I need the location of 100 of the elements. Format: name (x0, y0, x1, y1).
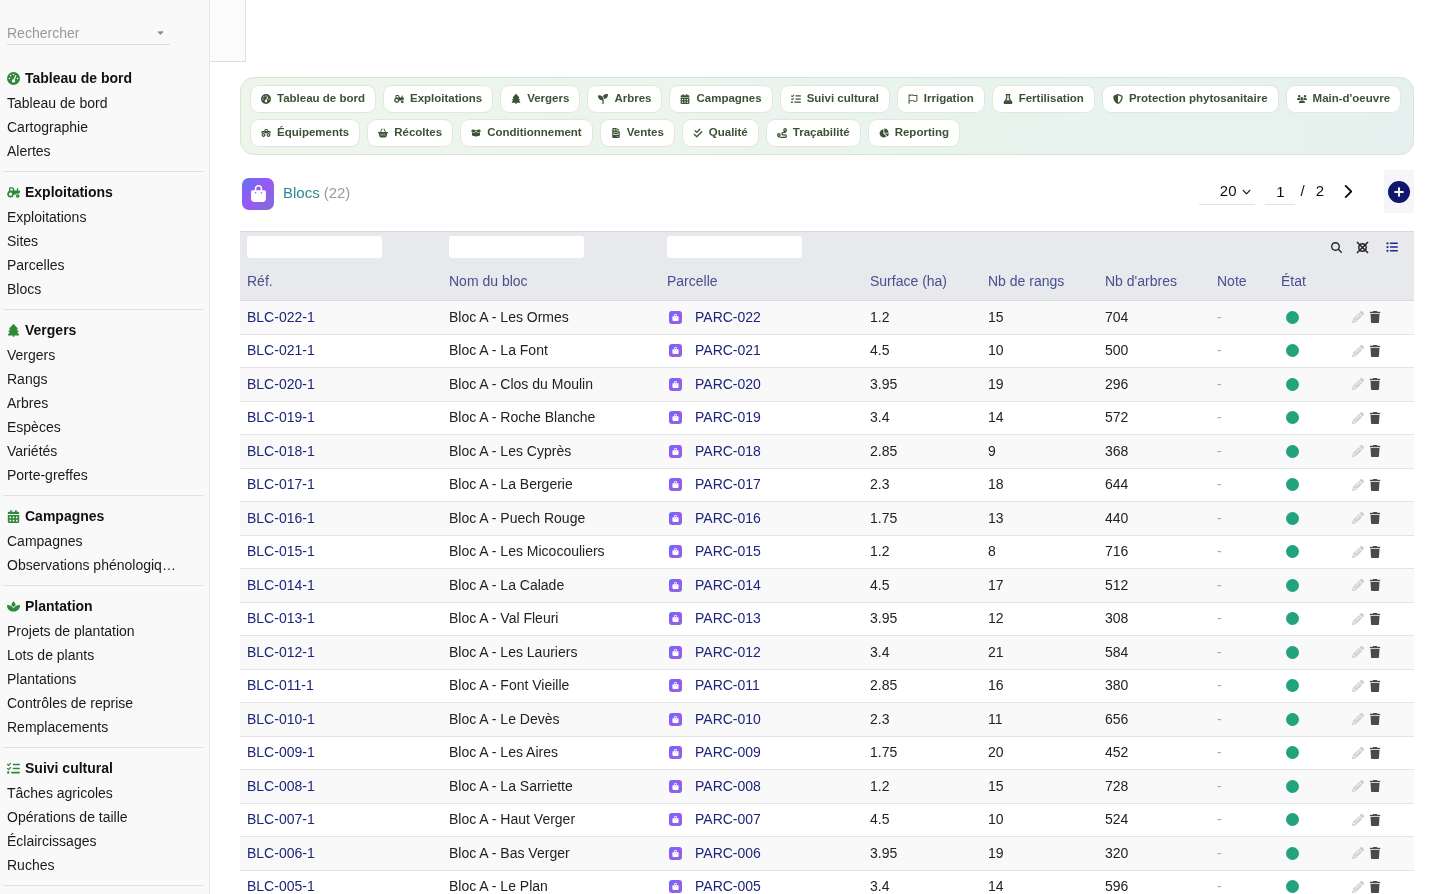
ref-link[interactable]: BLC-009-1 (247, 744, 315, 761)
sidebar-item[interactable]: Remplacements (7, 715, 109, 739)
sidebar-item[interactable]: Vergers (7, 343, 56, 367)
parcel-link[interactable]: PARC-016 (695, 507, 761, 529)
parcel-link[interactable]: PARC-007 (695, 809, 761, 831)
trash-icon[interactable] (1369, 612, 1381, 625)
ref-link[interactable]: BLC-019-1 (247, 409, 315, 426)
ref-link[interactable]: BLC-014-1 (247, 576, 315, 593)
parcel-link[interactable]: PARC-020 (695, 373, 761, 395)
nav-tab[interactable]: Équipements (250, 119, 361, 147)
trash-icon[interactable] (1369, 780, 1381, 793)
sidebar-item[interactable]: Contrôles de reprise (7, 691, 134, 715)
parcel-link[interactable]: PARC-006 (695, 842, 761, 864)
sidebar-item[interactable]: Projets de plantation (7, 619, 135, 643)
nav-tab[interactable]: Récoltes (367, 119, 454, 147)
column-header[interactable]: Nb de rangs (988, 272, 1065, 289)
sidebar-item[interactable]: Alertes (7, 139, 51, 163)
trash-icon[interactable] (1369, 813, 1381, 826)
nav-tab[interactable]: Campagnes (669, 85, 773, 113)
nav-tab[interactable]: Conditionnement (460, 119, 593, 147)
page-size-select[interactable]: 20 (1199, 178, 1256, 205)
sidebar-item[interactable]: Opérations de taille (7, 805, 128, 829)
trash-icon[interactable] (1369, 646, 1381, 659)
parcel-link[interactable]: PARC-011 (695, 675, 760, 697)
ref-link[interactable]: BLC-022-1 (247, 308, 315, 325)
sidebar-item[interactable]: Rangs (7, 367, 48, 391)
ref-link[interactable]: BLC-018-1 (247, 442, 315, 459)
sidebar-item[interactable]: Arbres (7, 391, 49, 415)
sidebar-item[interactable]: Ruches (7, 853, 55, 877)
sidebar-item[interactable]: Exploitations (7, 205, 87, 229)
column-header[interactable]: Nom du bloc (449, 272, 528, 289)
parcel-link[interactable]: PARC-005 (695, 876, 761, 894)
trash-icon[interactable] (1369, 880, 1381, 893)
ref-link[interactable]: BLC-015-1 (247, 543, 315, 560)
nav-tab[interactable]: Suivi cultural (779, 85, 890, 113)
parcel-link[interactable]: PARC-008 (695, 775, 761, 797)
sidebar-item[interactable]: Éclaircissages (7, 829, 97, 853)
ref-link[interactable]: BLC-007-1 (247, 811, 315, 828)
parcel-link[interactable]: PARC-012 (695, 641, 761, 663)
search-icon[interactable] (1331, 241, 1342, 253)
sidebar-item[interactable]: Observations phénologiq… (7, 553, 176, 577)
parcel-link[interactable]: PARC-014 (695, 574, 761, 596)
ref-link[interactable]: BLC-013-1 (247, 610, 315, 627)
nav-tab[interactable]: Exploitations (382, 85, 494, 113)
sidebar-item[interactable]: Sites (7, 229, 39, 253)
ref-link[interactable]: BLC-017-1 (247, 476, 315, 493)
nav-tab[interactable]: Qualité (681, 119, 759, 147)
ref-link[interactable]: BLC-016-1 (247, 509, 315, 526)
sidebar-item[interactable]: Tâches agricoles (7, 781, 113, 805)
trash-icon[interactable] (1369, 411, 1381, 424)
column-header[interactable]: État (1281, 272, 1306, 289)
add-button[interactable] (1384, 170, 1414, 213)
ref-link[interactable]: BLC-011-1 (247, 677, 314, 694)
parcel-link[interactable]: PARC-021 (695, 340, 761, 362)
trash-icon[interactable] (1369, 713, 1381, 726)
sidebar-item[interactable]: Campagnes (7, 529, 83, 553)
nav-tab[interactable]: Traçabilité (765, 119, 861, 147)
nav-tab[interactable]: Reporting (867, 119, 960, 147)
ref-link[interactable]: BLC-012-1 (247, 643, 315, 660)
ref-link[interactable]: BLC-020-1 (247, 375, 315, 392)
parcel-link[interactable]: PARC-022 (695, 306, 761, 328)
column-header[interactable]: Surface (ha) (870, 272, 948, 289)
sidebar-item[interactable]: Tableau de bord (7, 91, 108, 115)
parcel-link[interactable]: PARC-019 (695, 407, 761, 429)
nav-tab[interactable]: Fertilisation (991, 85, 1095, 113)
parcel-link[interactable]: PARC-013 (695, 608, 761, 630)
ref-link[interactable]: BLC-021-1 (247, 342, 315, 359)
trash-icon[interactable] (1369, 512, 1381, 525)
page-input[interactable]: 1 (1265, 178, 1296, 205)
ref-link[interactable]: BLC-006-1 (247, 844, 315, 861)
trash-icon[interactable] (1369, 478, 1381, 491)
column-header[interactable]: Note (1217, 272, 1247, 289)
sidebar-item[interactable]: Porte-greffes (7, 463, 88, 487)
nav-tab[interactable]: Protection phytosanitaire (1101, 85, 1279, 113)
sidebar-item[interactable]: Variétés (7, 439, 58, 463)
parcel-link[interactable]: PARC-018 (695, 440, 761, 462)
column-header[interactable]: Réf. (247, 272, 273, 289)
crossed-circle-icon[interactable] (1356, 240, 1369, 254)
parcel-link[interactable]: PARC-015 (695, 541, 761, 563)
trash-icon[interactable] (1369, 847, 1381, 860)
sidebar-item[interactable]: Espèces (7, 415, 61, 439)
ref-link[interactable]: BLC-008-1 (247, 777, 315, 794)
nav-tab[interactable]: Arbres (587, 85, 663, 113)
ref-link[interactable]: BLC-005-1 (247, 878, 315, 894)
sidebar-item[interactable]: Lots de plants (7, 643, 95, 667)
ref-link[interactable]: BLC-010-1 (247, 710, 315, 727)
nav-tab[interactable]: Tableau de bord (250, 85, 376, 113)
sidebar-item[interactable]: Cartographie (7, 115, 88, 139)
parcel-link[interactable]: PARC-009 (695, 742, 761, 764)
list-icon[interactable] (1386, 241, 1398, 253)
sidebar-item[interactable]: Blocs (7, 277, 42, 301)
trash-icon[interactable] (1369, 579, 1381, 592)
sidebar-item[interactable]: Parcelles (7, 253, 65, 277)
trash-icon[interactable] (1369, 344, 1381, 357)
parcel-link[interactable]: PARC-010 (695, 708, 761, 730)
column-header[interactable]: Parcelle (667, 272, 718, 289)
sidebar-item[interactable]: Plantations (7, 667, 77, 691)
trash-icon[interactable] (1369, 746, 1381, 759)
search-field[interactable]: Rechercher (7, 22, 170, 45)
nav-tab[interactable]: Main-d'oeuvre (1285, 85, 1402, 113)
